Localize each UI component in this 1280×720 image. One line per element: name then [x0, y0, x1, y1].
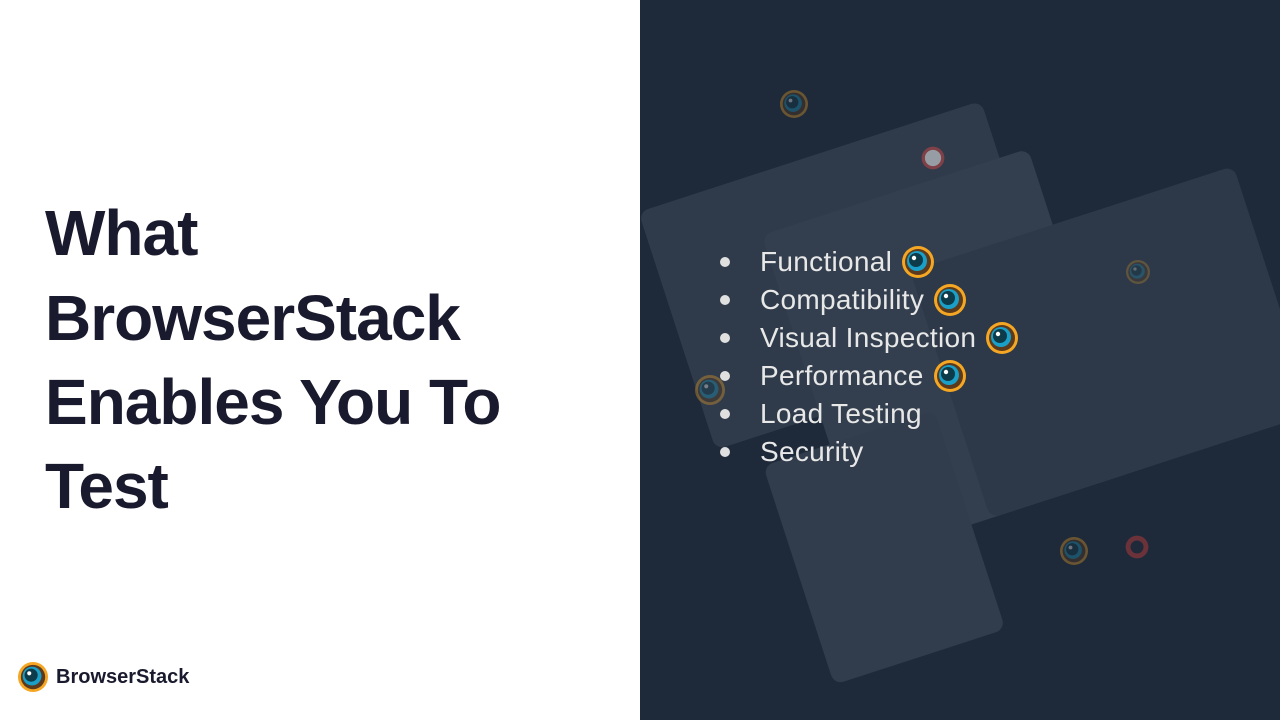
- bullet-icon: [720, 257, 730, 267]
- feature-label: Load Testing: [760, 398, 922, 430]
- decorative-browser-icon: [780, 90, 808, 118]
- decorative-browser-icon: [1126, 260, 1150, 284]
- feature-label: Security: [760, 436, 864, 468]
- list-item: Performance: [720, 360, 1018, 392]
- bullet-icon: [720, 371, 730, 381]
- feature-label: Performance: [760, 360, 924, 392]
- list-item: Load Testing: [720, 398, 1018, 430]
- bullet-icon: [720, 447, 730, 457]
- right-panel: Functional Compatibility Visual Inspecti…: [640, 0, 1280, 720]
- decorative-browser-icon: [1124, 534, 1150, 560]
- decorative-browser-icon: [1060, 537, 1088, 565]
- feature-label: Functional: [760, 246, 892, 278]
- brand-name: BrowserStack: [56, 666, 189, 689]
- features-list: Functional Compatibility Visual Inspecti…: [640, 246, 1018, 474]
- list-item: Functional: [720, 246, 1018, 278]
- bullet-icon: [720, 295, 730, 305]
- browserstack-badge-icon: [902, 246, 934, 278]
- feature-label: Compatibility: [760, 284, 924, 316]
- feature-label: Visual Inspection: [760, 322, 976, 354]
- brand-footer: BrowserStack: [18, 662, 189, 692]
- browserstack-badge-icon: [986, 322, 1018, 354]
- browserstack-badge-icon: [934, 360, 966, 392]
- left-panel: What BrowserStack Enables You To Test Br…: [0, 0, 640, 720]
- bullet-icon: [720, 409, 730, 419]
- list-item: Security: [720, 436, 1018, 468]
- bullet-icon: [720, 333, 730, 343]
- browserstack-logo-icon: [18, 662, 48, 692]
- decorative-browser-icon: [920, 145, 946, 171]
- browserstack-badge-icon: [934, 284, 966, 316]
- page-title: What BrowserStack Enables You To Test: [45, 191, 595, 529]
- list-item: Visual Inspection: [720, 322, 1018, 354]
- list-item: Compatibility: [720, 284, 1018, 316]
